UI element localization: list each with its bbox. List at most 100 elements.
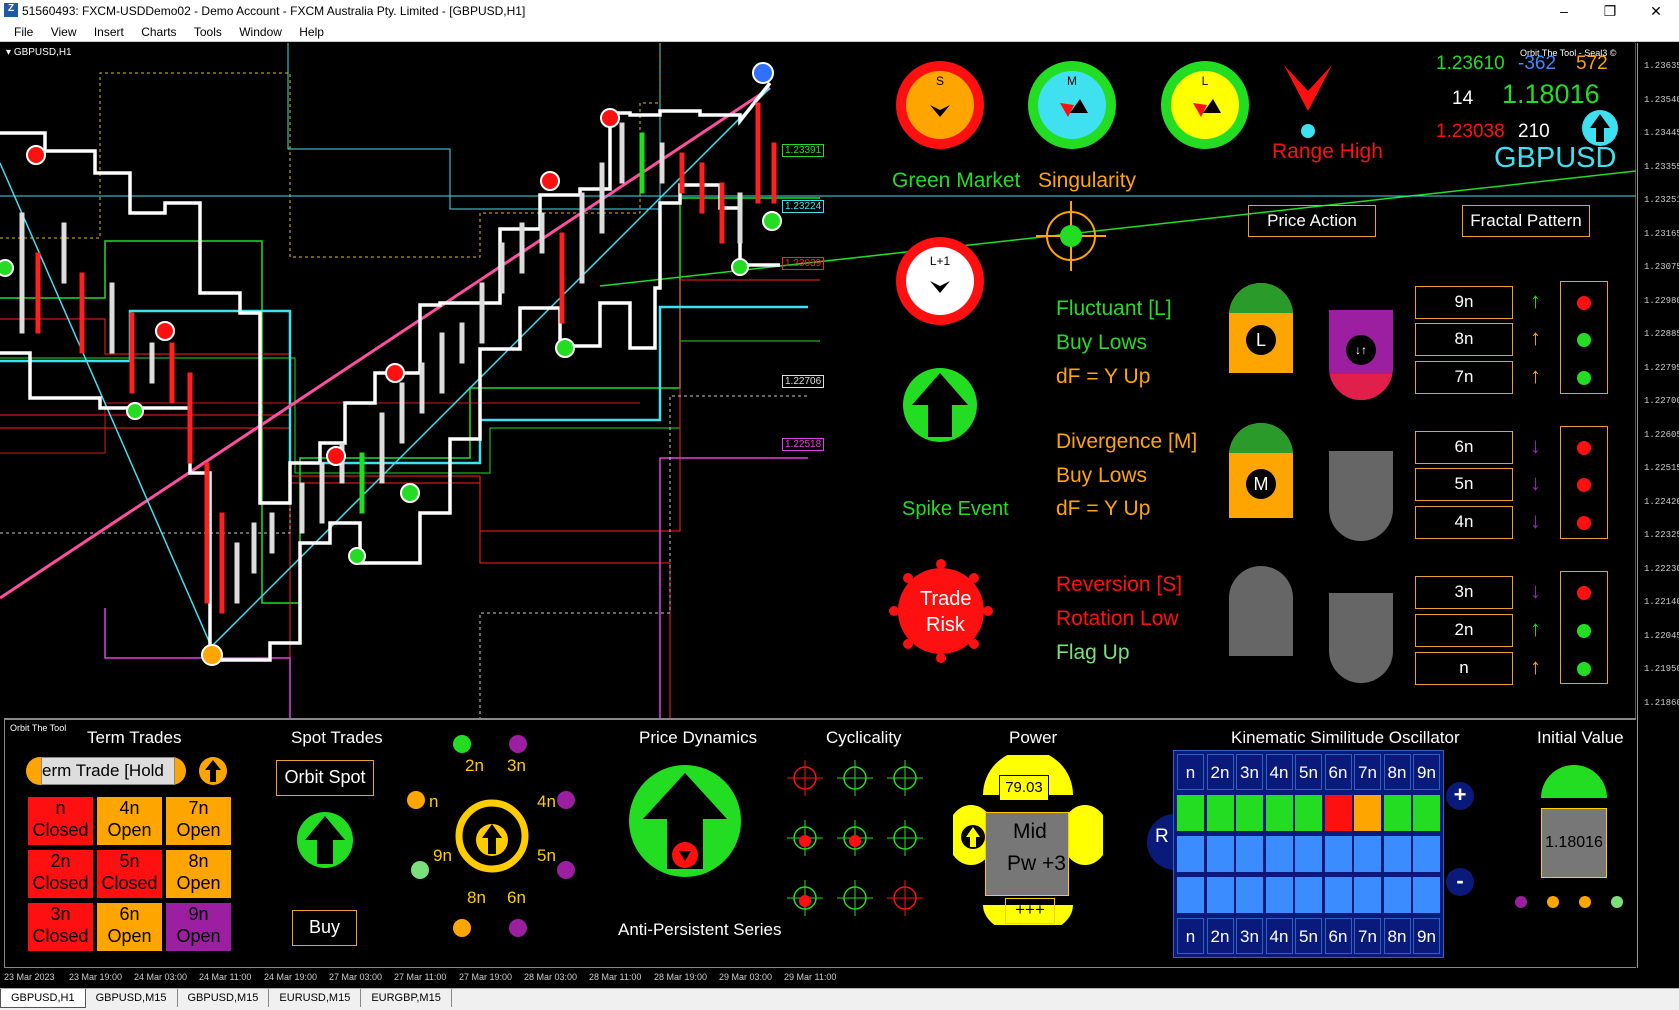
kso-state-cell bbox=[1265, 795, 1293, 831]
term-cell-period: 2n bbox=[50, 851, 71, 871]
trade-risk-label-1: Trade bbox=[920, 588, 972, 610]
term-trade-cell[interactable]: 6n Open bbox=[96, 902, 163, 952]
signal-dot bbox=[1577, 441, 1591, 455]
kso-cell bbox=[1354, 877, 1381, 913]
kso-col-header: 6n bbox=[1324, 918, 1352, 954]
price-tick: 1.23355 bbox=[1644, 161, 1679, 172]
term-trade-input[interactable]: erm Trade [Hold bbox=[41, 757, 175, 785]
price-label-2: 1.23224 bbox=[782, 200, 825, 213]
term-trade-cell[interactable]: 8n Open bbox=[165, 849, 232, 899]
term-trade-cell[interactable]: n Closed bbox=[27, 796, 94, 846]
grey-shape-3 bbox=[1329, 593, 1393, 683]
close-button[interactable]: ✕ bbox=[1633, 0, 1679, 22]
l-shape: L bbox=[1229, 283, 1293, 373]
menu-tools[interactable]: Tools bbox=[194, 25, 222, 39]
price-action-button[interactable]: Price Action bbox=[1248, 205, 1376, 237]
kso-col-header: 5n bbox=[1295, 918, 1322, 954]
tab-eurgbp-m15[interactable]: EURGBP,M15 bbox=[361, 989, 452, 1007]
term-cell-period: 7n bbox=[188, 798, 209, 818]
signal-dot bbox=[1577, 586, 1591, 600]
kso-cell bbox=[1236, 836, 1263, 872]
fractal-pattern-button[interactable]: Fractal Pattern bbox=[1462, 205, 1590, 237]
n-row-4n[interactable]: 4n bbox=[1415, 506, 1513, 539]
kso-col-header: 4n bbox=[1265, 918, 1293, 954]
n-row-9n[interactable]: 9n bbox=[1415, 286, 1513, 319]
price-tick: 1.22605 bbox=[1644, 429, 1679, 440]
price-chart[interactable]: ▾ GBPUSD,H1 1.23391 1.23224 1.23039 1.22… bbox=[0, 43, 1636, 720]
svg-text:M: M bbox=[1067, 74, 1077, 88]
spot-trades-title: Spot Trades bbox=[291, 728, 383, 747]
quote-n: 14 bbox=[1452, 88, 1474, 109]
n-row-7n[interactable]: 7n bbox=[1415, 361, 1513, 394]
kso-cell bbox=[1413, 877, 1440, 913]
n-row-6n[interactable]: 6n bbox=[1415, 431, 1513, 464]
tab-gbpusd-h1[interactable]: GBPUSD,H1 bbox=[0, 989, 86, 1008]
price-tick: 1.22515 bbox=[1644, 463, 1679, 473]
term-trade-cell[interactable]: 4n Open bbox=[96, 796, 163, 846]
price-tick: 1.22885 bbox=[1644, 329, 1679, 339]
n-row-n[interactable]: n bbox=[1415, 652, 1513, 685]
tab-gbpusd-m15-b[interactable]: GBPUSD,M15 bbox=[178, 989, 270, 1007]
menu-file[interactable]: File bbox=[14, 25, 33, 39]
menu-help[interactable]: Help bbox=[299, 25, 324, 39]
quote-low: 1.23038 bbox=[1436, 121, 1505, 142]
maximize-button[interactable]: ❐ bbox=[1587, 0, 1633, 22]
rotation-low-label: Rotation Low bbox=[1056, 607, 1179, 630]
time-tick: 24 Mar 19:00 bbox=[264, 972, 318, 982]
kso-col-header: 8n bbox=[1383, 918, 1411, 954]
term-cell-period: 8n bbox=[188, 851, 209, 871]
term-trades-title: Term Trades bbox=[87, 728, 182, 747]
svg-text:L: L bbox=[1202, 74, 1209, 88]
term-trade-cell[interactable]: 2n Closed bbox=[27, 849, 94, 899]
n-row-8n[interactable]: 8n bbox=[1415, 323, 1513, 356]
price-tick: 1.23540 bbox=[1644, 94, 1679, 105]
menu-insert[interactable]: Insert bbox=[94, 25, 124, 39]
kso-cell bbox=[1324, 836, 1352, 872]
minimize-button[interactable]: – bbox=[1541, 0, 1587, 22]
price-tick: 1.22325 bbox=[1644, 530, 1679, 540]
kso-col-header: 2n bbox=[1206, 918, 1234, 954]
kso-col-header: 3n bbox=[1236, 754, 1263, 790]
kso-minus-button[interactable]: - bbox=[1446, 868, 1474, 896]
buy-button[interactable]: Buy bbox=[292, 910, 357, 946]
kso-cell bbox=[1265, 877, 1293, 913]
term-up-icon[interactable] bbox=[198, 756, 228, 786]
term-trade-cell[interactable]: 9n Open bbox=[165, 902, 232, 952]
price-tick: 1.23445 bbox=[1644, 128, 1679, 138]
n-row-2n[interactable]: 2n bbox=[1415, 614, 1513, 647]
orbit-label-6n: 6n bbox=[507, 888, 526, 907]
term-trade-cell[interactable]: 7n Open bbox=[165, 796, 232, 846]
tab-eurusd-m15[interactable]: EURUSD,M15 bbox=[269, 989, 362, 1007]
price-dynamics-title: Price Dynamics bbox=[639, 728, 758, 747]
buy-lows-label-2: Buy Lows bbox=[1056, 464, 1148, 487]
menu-window[interactable]: Window bbox=[239, 25, 282, 39]
kso-state-cell bbox=[1324, 795, 1352, 831]
arrow-down-icon: ↓ bbox=[1530, 578, 1541, 603]
buy-lows-label-1: Buy Lows bbox=[1056, 331, 1148, 354]
kso-col-header: 7n bbox=[1354, 918, 1381, 954]
green-market-label: Green Market bbox=[892, 169, 1021, 192]
menu-charts[interactable]: Charts bbox=[141, 25, 176, 39]
n-row-3n[interactable]: 3n bbox=[1415, 576, 1513, 609]
kso-cell bbox=[1383, 877, 1411, 913]
swap-arrows-icon: ↓↑ bbox=[1346, 335, 1376, 365]
menu-view[interactable]: View bbox=[51, 25, 77, 39]
kso-cell bbox=[1236, 877, 1263, 913]
orbit-dial bbox=[407, 735, 575, 937]
df-up-label-2: dF = Y Up bbox=[1056, 497, 1151, 520]
kso-plus-button[interactable]: + bbox=[1446, 782, 1474, 810]
orbit-spot-button[interactable]: Orbit Spot bbox=[276, 760, 374, 796]
kso-state-cell bbox=[1206, 795, 1234, 831]
signal-dot bbox=[1577, 333, 1591, 347]
term-trade-cell[interactable]: 5n Closed bbox=[96, 849, 163, 899]
orbit-label-2n: 2n bbox=[465, 756, 484, 775]
n-row-5n[interactable]: 5n bbox=[1415, 468, 1513, 501]
cycle-crosshair-icon bbox=[887, 880, 923, 916]
kso-cell bbox=[1383, 836, 1411, 872]
menu-bar: File View Insert Charts Tools Window Hel… bbox=[0, 22, 1679, 42]
dial-l1: L+1 bbox=[896, 237, 984, 325]
time-tick: 23 Mar 2023 bbox=[4, 972, 55, 982]
tab-gbpusd-m15-a[interactable]: GBPUSD,M15 bbox=[86, 989, 178, 1007]
term-trade-cell[interactable]: 3n Closed bbox=[27, 902, 94, 952]
window-title: 51560493: FXCM-USDDemo02 - Demo Account … bbox=[22, 4, 526, 18]
